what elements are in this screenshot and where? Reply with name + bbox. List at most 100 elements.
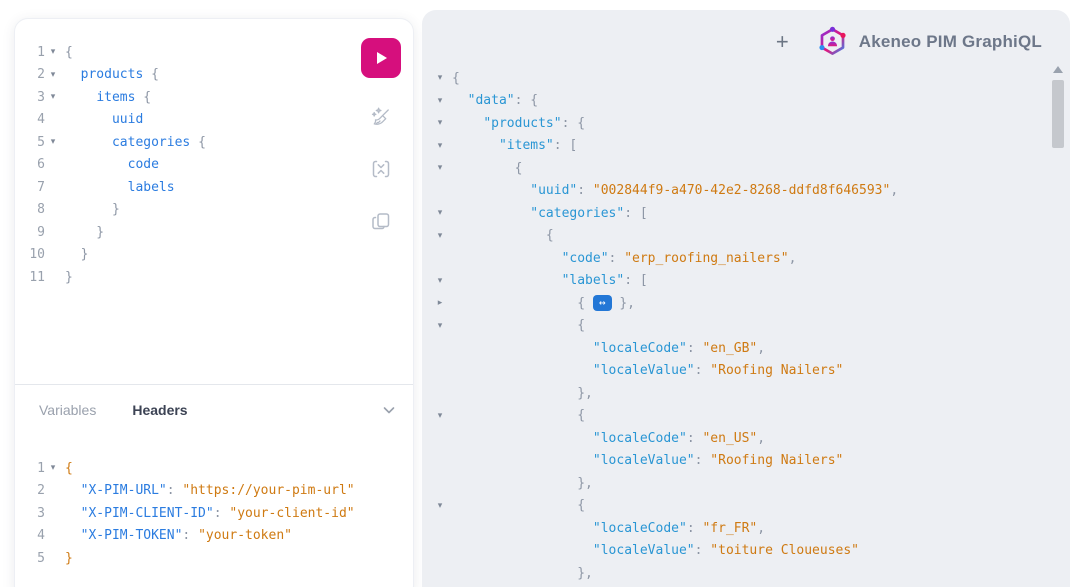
token <box>65 157 128 172</box>
collapsed-object-badge[interactable]: ↔ <box>593 295 612 311</box>
line-number: 10 <box>15 247 45 262</box>
fold-caret-icon[interactable]: ▾ <box>432 163 448 173</box>
execute-query-button[interactable] <box>361 38 401 78</box>
code-line[interactable]: 4 "X-PIM-TOKEN": "your-token" <box>15 525 403 548</box>
code-line[interactable]: "uuid": "002844f9-a470-42e2-8268-ddfd8f6… <box>432 180 1044 203</box>
code-line[interactable]: 2 "X-PIM-URL": "https://your-pim-url" <box>15 480 403 503</box>
code-line[interactable]: 3 "X-PIM-CLIENT-ID": "your-client-id" <box>15 502 403 525</box>
fold-caret-icon[interactable]: ▾ <box>45 463 61 473</box>
fold-caret-icon[interactable]: ▾ <box>432 118 448 128</box>
code-line[interactable]: 6 code <box>15 154 343 177</box>
token: : { <box>562 116 585 131</box>
code-line[interactable]: ▾ { <box>432 495 1044 518</box>
fold-caret-icon[interactable]: ▾ <box>432 501 448 511</box>
query-editor[interactable]: 1▾{2▾ products {3▾ items {4 uuid5▾ categ… <box>15 41 343 289</box>
code-line[interactable]: 5} <box>15 547 403 570</box>
code-line[interactable]: 1▾{ <box>15 41 343 64</box>
code-text: { <box>61 45 73 60</box>
code-line[interactable]: "localeCode": "en_GB", <box>432 337 1044 360</box>
code-line[interactable]: 7 labels <box>15 176 343 199</box>
code-line[interactable]: 1▾{ <box>15 457 403 480</box>
fold-caret-icon[interactable]: ▸ <box>432 298 448 308</box>
code-text: "localeCode": "en_US", <box>448 431 765 446</box>
code-line[interactable]: ▾ "data": { <box>432 90 1044 113</box>
token <box>452 273 562 288</box>
fold-caret-icon[interactable]: ▾ <box>432 96 448 106</box>
code-line[interactable]: 4 uuid <box>15 109 343 132</box>
fold-caret-icon[interactable]: ▾ <box>432 141 448 151</box>
token <box>65 135 112 150</box>
token: "categories" <box>530 206 624 221</box>
code-line[interactable]: ▾ { <box>432 315 1044 338</box>
code-line[interactable]: }, <box>432 562 1044 585</box>
fold-caret-icon[interactable]: ▾ <box>432 276 448 286</box>
token: , <box>789 251 797 266</box>
scrollbar-thumb[interactable] <box>1052 80 1064 148</box>
code-text: } <box>61 270 73 285</box>
fold-caret-icon[interactable]: ▾ <box>432 73 448 83</box>
token <box>65 483 81 498</box>
code-line[interactable]: 8 } <box>15 199 343 222</box>
code-line[interactable]: ▾ "labels": [ <box>432 270 1044 293</box>
headers-editor[interactable]: 1▾{2 "X-PIM-URL": "https://your-pim-url"… <box>15 457 403 570</box>
code-line[interactable]: 3▾ items { <box>15 86 343 109</box>
code-line[interactable]: ▾ "items": [ <box>432 135 1044 158</box>
code-text: { <box>448 228 554 243</box>
code-line[interactable]: 9 } <box>15 221 343 244</box>
code-line[interactable]: 11} <box>15 266 343 289</box>
token: "data" <box>468 93 515 108</box>
collapse-section-button[interactable] <box>381 402 397 418</box>
token: : <box>687 521 703 536</box>
code-line[interactable]: ▾ { <box>432 157 1044 180</box>
fold-caret-icon[interactable]: ▾ <box>432 321 448 331</box>
code-line[interactable]: 10 } <box>15 244 343 267</box>
code-text: "localeValue": "Roofing Nailers" <box>448 363 843 378</box>
token: { <box>452 498 585 513</box>
code-line[interactable]: "localeCode": "en_US", <box>432 427 1044 450</box>
token: "X-PIM-TOKEN" <box>81 528 183 543</box>
fold-caret-icon[interactable]: ▾ <box>432 411 448 421</box>
code-text: uuid <box>61 112 143 127</box>
code-text: { <box>448 408 585 423</box>
code-line[interactable]: ▾ "products": { <box>432 112 1044 135</box>
fold-caret-icon[interactable]: ▾ <box>45 92 61 102</box>
code-line[interactable]: 2▾ products { <box>15 64 343 87</box>
graphiql-app: 1▾{2▾ products {3▾ items {4 uuid5▾ categ… <box>0 0 1084 587</box>
code-text: "X-PIM-URL": "https://your-pim-url" <box>61 483 355 498</box>
token: "en_GB" <box>702 341 757 356</box>
code-text: }, <box>448 476 593 491</box>
tab-variables[interactable]: Variables <box>39 402 96 418</box>
play-icon <box>373 50 389 66</box>
add-tab-button[interactable]: + <box>774 31 791 53</box>
token: { <box>452 228 554 243</box>
code-line[interactable]: }, <box>432 472 1044 495</box>
prettify-button[interactable] <box>368 104 394 130</box>
fold-caret-icon[interactable]: ▾ <box>45 47 61 57</box>
fold-caret-icon[interactable]: ▾ <box>432 231 448 241</box>
code-line[interactable]: "localeValue": "toiture Cloueuses" <box>432 540 1044 563</box>
token: , <box>757 521 765 536</box>
code-line[interactable]: ▾ "categories": [ <box>432 202 1044 225</box>
scroll-up-button[interactable] <box>1052 62 1064 76</box>
code-line[interactable]: ▾ { <box>432 405 1044 428</box>
fold-caret-icon[interactable]: ▾ <box>45 137 61 147</box>
code-line[interactable]: "localeValue": "Roofing Nailers" <box>432 360 1044 383</box>
code-line[interactable]: ▾{ <box>432 67 1044 90</box>
copy-query-button[interactable] <box>368 208 394 234</box>
code-line[interactable]: "code": "erp_roofing_nailers", <box>432 247 1044 270</box>
token: { <box>452 408 585 423</box>
code-line[interactable]: ▾ { <box>432 225 1044 248</box>
tab-headers[interactable]: Headers <box>132 402 187 418</box>
fold-caret-icon[interactable]: ▾ <box>432 208 448 218</box>
token: : <box>695 543 711 558</box>
code-line[interactable]: "localeValue": "Roofing Nailers" <box>432 450 1044 473</box>
code-line[interactable]: "localeCode": "fr_FR", <box>432 517 1044 540</box>
code-line[interactable]: ▸ { ↔ }, <box>432 292 1044 315</box>
response-viewer[interactable]: ▾{▾ "data": {▾ "products": {▾ "items": [… <box>432 67 1044 587</box>
code-line[interactable]: }, <box>432 382 1044 405</box>
code-line[interactable]: 5▾ categories { <box>15 131 343 154</box>
token: } <box>65 551 73 566</box>
token: { <box>135 90 151 105</box>
fold-caret-icon[interactable]: ▾ <box>45 70 61 80</box>
merge-fragments-button[interactable] <box>368 156 394 182</box>
